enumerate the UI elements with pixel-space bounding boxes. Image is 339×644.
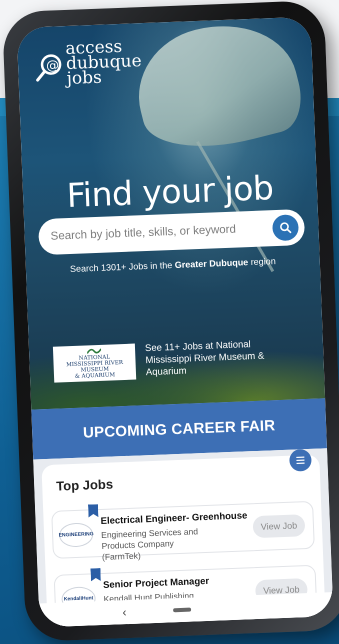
search-button[interactable]	[272, 214, 299, 242]
museum-logo-line-3: & AQUARIUM	[74, 372, 116, 380]
bookmark-icon[interactable]	[90, 568, 100, 581]
museum-promo-text: See 11+ Jobs at National Mississippi Riv…	[144, 339, 265, 379]
magnifier-at-icon: @	[34, 52, 65, 83]
svg-text:@: @	[46, 58, 60, 73]
bookmark-icon[interactable]	[88, 504, 98, 517]
logo-text: access dubuque jobs	[65, 37, 142, 89]
site-logo[interactable]: @ access dubuque jobs	[33, 37, 142, 89]
museum-logo: NATIONAL MISSISSIPPI RIVER MUSEUM & AQUA…	[52, 343, 137, 383]
menu-icon	[296, 456, 305, 465]
search-bar	[37, 208, 306, 256]
phone-screen: @ access dubuque jobs Find your job Sear…	[16, 16, 334, 628]
menu-button[interactable]	[289, 448, 312, 472]
job-title[interactable]: Senior Project Manager	[103, 576, 209, 591]
jobs-panel: Top Jobs ENGINEERING Electrical Engineer…	[33, 448, 334, 628]
job-company: Engineering Services and Products Compan…	[100, 526, 199, 562]
top-jobs-heading: Top Jobs	[55, 476, 114, 494]
job-title[interactable]: Electrical Engineer- Greenhouse	[100, 510, 247, 527]
job-count-subline: Search 1301+ Jobs in the Greater Dubuque…	[26, 254, 320, 275]
search-input[interactable]	[38, 221, 273, 245]
hero-section: @ access dubuque jobs Find your job Sear…	[16, 16, 326, 410]
company-logo: ENGINEERING	[59, 522, 94, 548]
job-card[interactable]: ENGINEERING Electrical Engineer- Greenho…	[51, 500, 315, 562]
home-pill-icon[interactable]	[173, 607, 192, 613]
subline-suffix: region	[248, 256, 276, 268]
stingray-image	[124, 16, 310, 165]
subline-region: Greater Dubuque	[174, 257, 249, 270]
subline-prefix: Search 1301+ Jobs in the	[69, 259, 175, 274]
view-job-button[interactable]: View Job	[252, 514, 306, 539]
phone-device: @ access dubuque jobs Find your job Sear…	[2, 0, 339, 642]
back-icon[interactable]: ‹	[122, 605, 127, 619]
search-icon	[280, 222, 292, 234]
